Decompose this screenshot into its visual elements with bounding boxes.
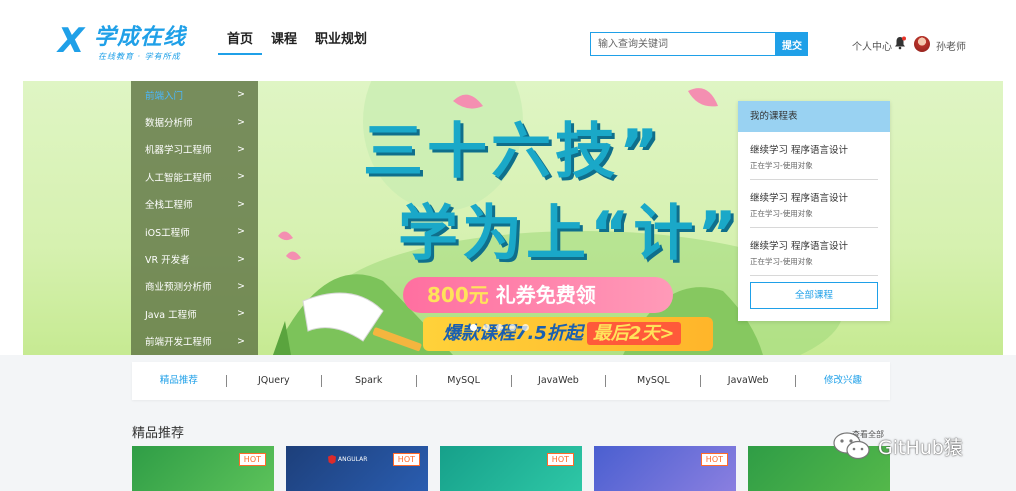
category-label: 全栈工程师 bbox=[145, 200, 193, 212]
search-submit-button[interactable]: 提交 bbox=[776, 32, 808, 56]
my-courses-title: 我的课程表 bbox=[738, 101, 890, 132]
interest-tags-bar: 精品推荐 JQuery Spark MySQL JavaWeb MySQL Ja… bbox=[132, 362, 890, 400]
course-cards: HOT ANGULAR HOT HOT HOT bbox=[132, 446, 890, 491]
course-item[interactable]: 继续学习 程序语言设计 正在学习-使用对象 bbox=[750, 132, 878, 180]
course-name: 继续学习 程序语言设计 bbox=[750, 241, 849, 252]
user-center-link[interactable]: 个人中心 bbox=[852, 38, 892, 53]
hot-badge: HOT bbox=[392, 453, 420, 466]
carousel-dot[interactable] bbox=[509, 324, 516, 331]
banner-headline-2: 学为上“计” bbox=[398, 199, 741, 269]
all-courses-button[interactable]: 全部课程 bbox=[750, 282, 878, 309]
category-item[interactable]: 前端开发工程师 > bbox=[131, 328, 258, 355]
nav-courses[interactable]: 课程 bbox=[262, 31, 306, 55]
category-label: 数据分析师 bbox=[145, 118, 193, 130]
hot-badge: HOT bbox=[238, 453, 266, 466]
tag-item[interactable]: JavaWeb bbox=[701, 375, 797, 387]
course-item[interactable]: 继续学习 程序语言设计 正在学习-使用对象 bbox=[750, 228, 878, 276]
promo-discount[interactable]: 爆款课程7.5折起 最后2天> bbox=[423, 317, 713, 351]
course-progress: 正在学习-使用对象 bbox=[750, 257, 813, 266]
main-nav: 首页 课程 职业规划 bbox=[218, 31, 376, 55]
course-progress: 正在学习-使用对象 bbox=[750, 209, 813, 218]
course-card[interactable]: HOT bbox=[132, 446, 274, 491]
category-label: 机器学习工程师 bbox=[145, 145, 212, 157]
carousel-dot[interactable] bbox=[470, 324, 477, 331]
logo-slogan: 在线教育 · 学有所成 bbox=[98, 52, 181, 61]
promo-amount: 800元 bbox=[427, 283, 489, 307]
logo-x-mark: X bbox=[58, 21, 85, 61]
category-label: iOS工程师 bbox=[145, 227, 190, 239]
carousel-dot[interactable] bbox=[496, 324, 503, 331]
hot-badge: HOT bbox=[700, 453, 728, 466]
promo-text: 礼券免费领 bbox=[495, 283, 596, 307]
category-label: Java 工程师 bbox=[145, 309, 197, 321]
tag-item[interactable]: Spark bbox=[322, 375, 417, 387]
chevron-right-icon: > bbox=[237, 89, 245, 101]
tag-item[interactable]: MySQL bbox=[606, 375, 702, 387]
category-label: 商业预测分析师 bbox=[145, 282, 212, 294]
course-card[interactable]: ANGULAR HOT bbox=[286, 446, 428, 491]
card-logo-text: ANGULAR bbox=[338, 456, 368, 463]
category-item[interactable]: 全栈工程师 > bbox=[131, 191, 258, 218]
search-bar: 提交 bbox=[590, 32, 808, 56]
tag-item[interactable]: JQuery bbox=[227, 375, 322, 387]
tag-item[interactable]: MySQL bbox=[417, 375, 512, 387]
chevron-right-icon: > bbox=[237, 143, 245, 155]
hot-badge: HOT bbox=[546, 453, 574, 466]
logo-text: 学成在线 bbox=[94, 25, 187, 50]
category-item[interactable]: 人工智能工程师 > bbox=[131, 163, 258, 190]
tag-item[interactable]: JavaWeb bbox=[512, 375, 607, 387]
course-item[interactable]: 继续学习 程序语言设计 正在学习-使用对象 bbox=[750, 180, 878, 228]
chevron-right-icon: > bbox=[237, 253, 245, 265]
carousel-dots bbox=[470, 324, 529, 331]
avatar[interactable] bbox=[914, 36, 930, 52]
chevron-right-icon: > bbox=[237, 116, 245, 128]
category-menu: 前端入门 > 数据分析师 > 机器学习工程师 > 人工智能工程师 > 全栈工程师 > iO… bbox=[131, 81, 258, 355]
course-card[interactable]: HOT bbox=[440, 446, 582, 491]
category-item[interactable]: 商业预测分析师 > bbox=[131, 273, 258, 300]
category-label: VR 开发者 bbox=[145, 255, 190, 267]
chevron-right-icon: > bbox=[237, 308, 245, 320]
chevron-right-icon: > bbox=[237, 335, 245, 347]
banner-headline-1: 三十六技” bbox=[363, 117, 663, 187]
category-item[interactable]: iOS工程师 > bbox=[131, 218, 258, 245]
category-item[interactable]: Java 工程师 > bbox=[131, 300, 258, 327]
category-label: 前端入门 bbox=[145, 90, 184, 102]
site-header: X 学成在线 在线教育 · 学有所成 首页 课程 职业规划 提交 个人中心 孙老… bbox=[0, 0, 1016, 80]
carousel-dot[interactable] bbox=[483, 324, 490, 331]
wechat-icon bbox=[833, 432, 870, 460]
chevron-right-icon: > bbox=[237, 226, 245, 238]
carousel-dot[interactable] bbox=[522, 324, 529, 331]
course-progress: 正在学习-使用对象 bbox=[750, 161, 813, 170]
chevron-right-icon: > bbox=[237, 280, 245, 292]
edit-interests-link[interactable]: 修改兴趣 bbox=[796, 375, 890, 387]
user-name[interactable]: 孙老师 bbox=[936, 38, 966, 53]
category-item[interactable]: VR 开发者 > bbox=[131, 245, 258, 272]
bell-icon[interactable] bbox=[894, 36, 906, 50]
watermark-text: GitHub猿 bbox=[878, 436, 963, 459]
category-item[interactable]: 机器学习工程师 > bbox=[131, 136, 258, 163]
nav-home[interactable]: 首页 bbox=[218, 31, 263, 55]
tag-featured[interactable]: 精品推荐 bbox=[132, 375, 227, 387]
promo2-highlight: 最后2天> bbox=[586, 322, 681, 345]
category-label: 人工智能工程师 bbox=[145, 172, 212, 184]
search-input[interactable] bbox=[590, 32, 776, 56]
course-name: 继续学习 程序语言设计 bbox=[750, 193, 849, 204]
category-item[interactable]: 前端入门 > bbox=[131, 81, 258, 108]
course-card[interactable]: HOT bbox=[594, 446, 736, 491]
site-logo[interactable]: X 学成在线 在线教育 · 学有所成 bbox=[58, 24, 198, 64]
chevron-right-icon: > bbox=[237, 171, 245, 183]
category-item[interactable]: 数据分析师 > bbox=[131, 108, 258, 135]
my-courses-panel: 我的课程表 继续学习 程序语言设计 正在学习-使用对象 继续学习 程序语言设计 … bbox=[738, 101, 890, 321]
promo-coupon[interactable]: 800元 礼券免费领 bbox=[403, 277, 673, 313]
chevron-right-icon: > bbox=[237, 198, 245, 210]
section-title: 精品推荐 bbox=[132, 426, 185, 441]
category-label: 前端开发工程师 bbox=[145, 337, 212, 349]
angular-logo-icon bbox=[328, 455, 336, 464]
watermark: GitHub猿 bbox=[832, 430, 963, 462]
nav-career[interactable]: 职业规划 bbox=[306, 31, 376, 55]
course-name: 继续学习 程序语言设计 bbox=[750, 145, 849, 156]
